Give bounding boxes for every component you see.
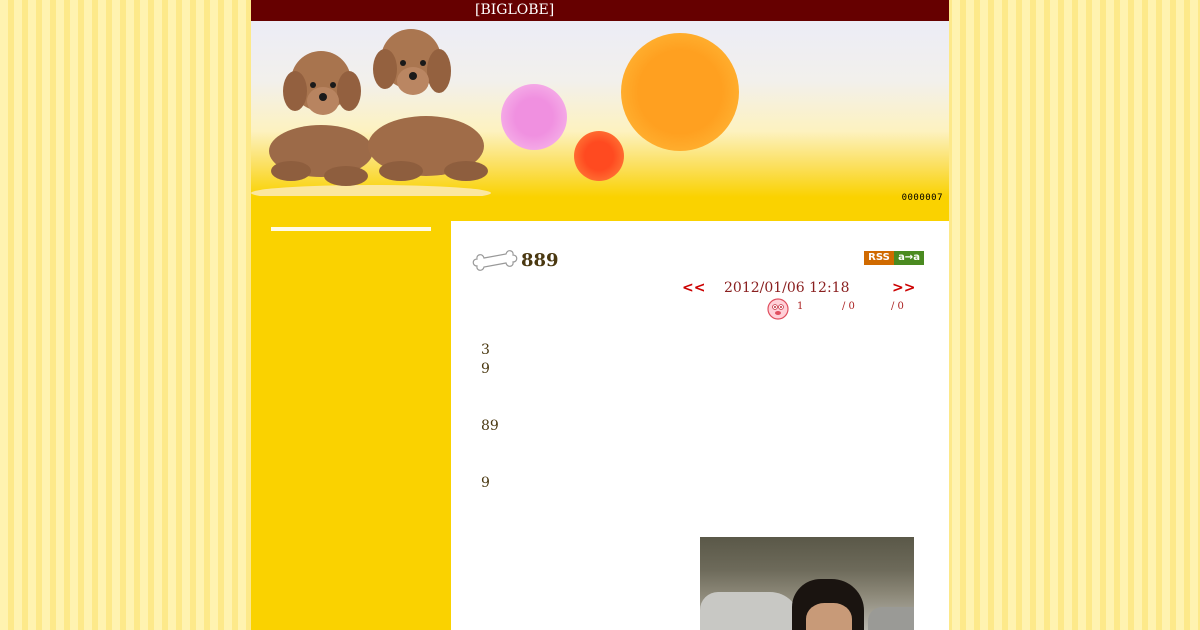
- body-line: 3: [481, 342, 490, 358]
- entry-title: 889: [521, 250, 559, 271]
- entry-stats: 1 / 0 / 0: [767, 298, 937, 320]
- sidebar-divider: [271, 227, 431, 231]
- rss-button[interactable]: RSS a→a: [864, 251, 924, 265]
- body-line: 89: [481, 418, 499, 434]
- red-circle-decoration: [574, 131, 624, 181]
- body-line: 9: [481, 475, 490, 491]
- orange-circle-decoration: [621, 33, 739, 151]
- site-label[interactable]: [BIGLOBE]: [475, 0, 554, 21]
- access-counter: 0000007: [901, 193, 943, 203]
- stat-count-1: 1: [797, 301, 804, 312]
- header-banner: 0000007: [251, 21, 949, 221]
- body-line: 9: [481, 361, 490, 377]
- next-entry-link[interactable]: >>: [892, 280, 915, 296]
- entry-photo[interactable]: [700, 537, 914, 630]
- top-bar: [BIGLOBE]: [251, 0, 949, 21]
- face-icon[interactable]: [767, 298, 789, 320]
- entry-date: 2012/01/06 12:18: [724, 280, 850, 296]
- stat-count-2: / 0: [842, 301, 855, 312]
- dogs-image: [251, 29, 491, 196]
- page-container: [BIGLOBE] 0000007 889 RSS a→a << 2012/01…: [251, 0, 949, 630]
- stat-count-3: / 0: [891, 301, 904, 312]
- pink-circle-decoration: [501, 84, 567, 150]
- rss-label: RSS: [864, 251, 894, 265]
- rss-alt-label: a→a: [894, 251, 924, 265]
- bone-icon: [472, 250, 518, 271]
- sidebar: [251, 221, 451, 630]
- prev-entry-link[interactable]: <<: [682, 280, 705, 296]
- main-content: 889 RSS a→a << 2012/01/06 12:18 >> 1 / 0…: [451, 221, 949, 630]
